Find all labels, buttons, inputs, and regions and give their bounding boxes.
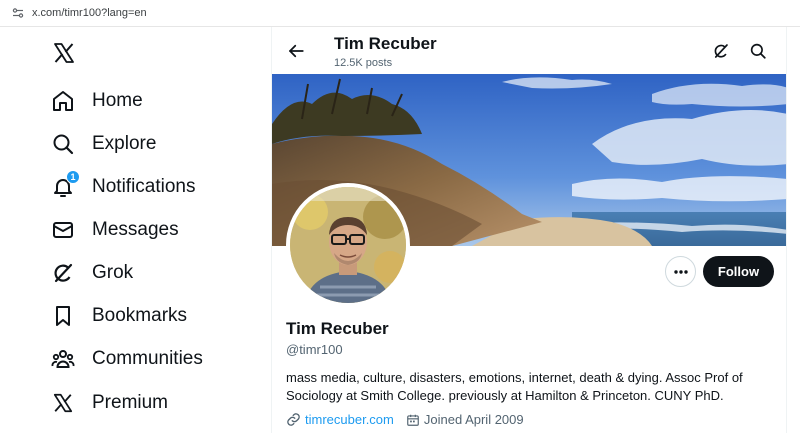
profile-header-bar: Tim Recuber 12.5K posts bbox=[272, 27, 786, 75]
envelope-icon bbox=[50, 217, 76, 243]
website-link[interactable]: timrecuber.com bbox=[305, 412, 394, 427]
notification-badge: 1 bbox=[66, 170, 80, 184]
bookmark-icon bbox=[50, 303, 76, 329]
search-icon bbox=[750, 43, 766, 59]
profile-meta: timrecuber.com Joined April 2009 bbox=[286, 412, 524, 427]
nav-premium-label: Premium bbox=[92, 392, 169, 413]
nav-explore-label: Explore bbox=[92, 133, 157, 154]
x-logo-icon[interactable] bbox=[52, 41, 76, 65]
nav-grok[interactable]: Grok bbox=[50, 256, 133, 290]
nav-grok-label: Grok bbox=[92, 262, 134, 283]
nav-explore[interactable]: Explore bbox=[50, 127, 156, 161]
nav-notifications[interactable]: 1 Notifications bbox=[50, 170, 196, 204]
site-settings-icon[interactable] bbox=[12, 7, 24, 19]
more-options-button[interactable] bbox=[665, 256, 696, 287]
people-icon bbox=[50, 346, 76, 372]
left-sidebar: Home Explore 1 Notifications Messages Gr… bbox=[0, 27, 272, 433]
nav-communities[interactable]: Communities bbox=[50, 342, 203, 376]
follow-button[interactable]: Follow bbox=[703, 256, 774, 287]
profile-handle: @timr100 bbox=[286, 342, 343, 357]
nav-home[interactable]: Home bbox=[50, 84, 143, 118]
nav-messages[interactable]: Messages bbox=[50, 213, 179, 247]
grok-button[interactable] bbox=[709, 39, 733, 63]
join-date: Joined April 2009 bbox=[423, 412, 524, 427]
nav-premium[interactable]: Premium bbox=[50, 386, 168, 420]
profile-bio: mass media, culture, disasters, emotions… bbox=[286, 370, 743, 403]
profile-column: Tim Recuber 12.5K posts Follow Tim Recub… bbox=[271, 27, 787, 433]
search-icon bbox=[50, 131, 76, 157]
link-icon bbox=[287, 413, 300, 426]
back-button[interactable] bbox=[284, 39, 308, 63]
calendar-icon bbox=[407, 414, 419, 426]
arrow-left-icon bbox=[289, 44, 304, 58]
profile-avatar[interactable] bbox=[286, 183, 410, 307]
search-button[interactable] bbox=[746, 39, 770, 63]
nav-communities-label: Communities bbox=[92, 348, 203, 369]
nav-home-label: Home bbox=[92, 90, 143, 111]
grok-icon bbox=[714, 44, 728, 58]
nav-notifications-label: Notifications bbox=[92, 176, 196, 197]
grok-icon bbox=[50, 260, 76, 286]
profile-name: Tim Recuber bbox=[286, 319, 389, 338]
bell-icon: 1 bbox=[50, 170, 80, 200]
nav-messages-label: Messages bbox=[92, 219, 179, 240]
x-logo-icon bbox=[50, 390, 76, 416]
nav-bookmarks[interactable]: Bookmarks bbox=[50, 299, 187, 333]
nav-bookmarks-label: Bookmarks bbox=[92, 305, 188, 326]
ellipsis-icon bbox=[673, 269, 688, 274]
header-profile-name: Tim Recuber bbox=[334, 34, 437, 53]
post-count: 12.5K posts bbox=[334, 57, 393, 69]
url-text[interactable]: x.com/timr100?lang=en bbox=[32, 7, 147, 19]
home-icon bbox=[50, 88, 76, 114]
address-bar[interactable]: x.com/timr100?lang=en bbox=[0, 0, 800, 27]
